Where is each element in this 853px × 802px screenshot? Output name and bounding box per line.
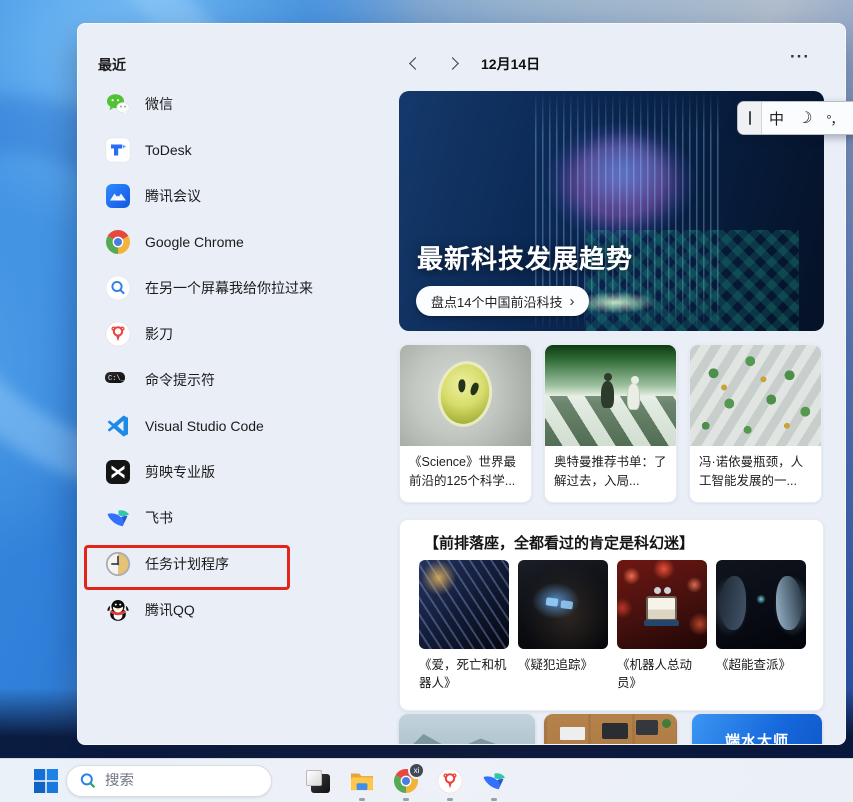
running-indicator: [447, 798, 453, 801]
app-item-qq[interactable]: 腾讯QQ: [78, 587, 399, 633]
app-label: 飞书: [145, 510, 173, 526]
ime-punctuation-toggle[interactable]: °，: [819, 109, 849, 128]
news-card-von-neumann[interactable]: 冯·诺依曼瓶颈，人工智能发展的一...: [689, 344, 822, 503]
news-image-chess: [545, 345, 676, 446]
hero-button-label: 盘点14个中国前沿科技: [431, 294, 563, 310]
news-card-books[interactable]: 奥特曼推荐书单：了解过去，入局...: [544, 344, 677, 503]
search-home-panel: 最近 微信 ToDesk 腾讯会议 Google Chrome 在另一个屏幕我给…: [77, 23, 846, 745]
app-item-search-result[interactable]: 在另一个屏幕我给你拉过来: [78, 265, 399, 311]
feishu-icon: [105, 505, 131, 531]
yingdao-icon: [437, 768, 463, 794]
app-item-todesk[interactable]: ToDesk: [78, 127, 399, 173]
movie-caption: 《爱，死亡和机器人》: [419, 658, 507, 691]
movie-thumb-love-death-robots[interactable]: [419, 560, 509, 649]
app-item-jianying[interactable]: 剪映专业版: [78, 449, 399, 495]
movies-section-title: 【前排落座，全都看过的肯定是科幻迷】: [424, 535, 695, 552]
more-options-icon[interactable]: ···: [790, 47, 810, 67]
bottom-card-desk[interactable]: [544, 714, 677, 744]
qq-icon: [105, 597, 131, 623]
movie-thumb-chappie[interactable]: [716, 560, 806, 649]
news-caption: 奥特曼推荐书单：了解过去，入局...: [554, 455, 667, 488]
app-label: 腾讯QQ: [145, 602, 195, 618]
app-label: Google Chrome: [145, 234, 244, 250]
recent-section-title: 最近: [98, 57, 126, 73]
app-label: 微信: [145, 96, 173, 112]
app-item-feishu[interactable]: 飞书: [78, 495, 399, 541]
movie-caption: 《机器人总动员》: [617, 658, 693, 691]
movie-thumb-walle[interactable]: [617, 560, 707, 649]
feishu-icon: [483, 773, 505, 790]
bottom-card-blue[interactable]: 端水大师: [692, 714, 822, 745]
movie-item[interactable]: 《机器人总动员》: [617, 560, 707, 692]
ime-toolbar: 中 ☽ °，: [737, 101, 853, 135]
search-icon: [105, 275, 131, 301]
app-item-chrome[interactable]: Google Chrome: [78, 219, 399, 265]
tencent-meeting-icon: [105, 183, 131, 209]
app-label: 剪映专业版: [145, 464, 215, 480]
news-card-science[interactable]: 《Science》世界最前沿的125个科学...: [399, 344, 532, 503]
movie-item[interactable]: 《爱，死亡和机器人》: [419, 560, 509, 692]
todesk-icon: [105, 137, 131, 163]
app-label: Visual Studio Code: [145, 418, 264, 434]
vscode-icon: [105, 413, 131, 439]
app-item-yingdao[interactable]: 影刀: [78, 311, 399, 357]
jianying-icon: [105, 459, 131, 485]
ime-language-toggle[interactable]: 中: [762, 108, 791, 129]
app-label: 在另一个屏幕我给你拉过来: [145, 280, 313, 296]
nav-forward-icon[interactable]: [443, 56, 469, 72]
ime-halfwidth-moon-icon[interactable]: ☽: [789, 105, 821, 130]
app-item-wechat[interactable]: 微信: [78, 81, 399, 127]
news-image-circuit-trees: [690, 345, 821, 446]
app-label: 影刀: [145, 326, 173, 342]
taskbar: xi: [0, 758, 853, 802]
bottom-card-label: 端水大师: [724, 733, 789, 745]
app-item-tencent-meeting[interactable]: 腾讯会议: [78, 173, 399, 219]
running-indicator: [359, 798, 365, 801]
cmd-glyph: C:\_: [105, 372, 125, 383]
annotation-red-box: [84, 545, 290, 590]
running-indicator: [491, 798, 497, 801]
taskbar-icon-yingdao[interactable]: [436, 767, 464, 801]
chevron-right-icon: ›: [569, 292, 575, 310]
movie-caption: 《超能查派》: [716, 658, 792, 672]
news-caption: 《Science》世界最前沿的125个科学...: [409, 455, 516, 488]
movie-item[interactable]: 《疑犯追踪》: [518, 560, 608, 674]
news-card-row: 《Science》世界最前沿的125个科学... 奥特曼推荐书单：了解过去，入局…: [399, 344, 822, 503]
taskbar-icon-file-explorer[interactable]: [348, 767, 376, 801]
taskbar-search-box[interactable]: [66, 765, 272, 797]
running-indicator: [403, 798, 409, 801]
movie-caption: 《疑犯追踪》: [518, 658, 594, 672]
ime-cursor-icon[interactable]: [738, 102, 762, 134]
bottom-card-landscape[interactable]: [399, 714, 535, 744]
taskbar-icon-chrome[interactable]: xi: [392, 762, 425, 801]
app-item-cmd[interactable]: C:\_ 命令提示符: [78, 357, 399, 403]
app-label: ToDesk: [145, 142, 192, 158]
feed-date: 12月14日: [481, 56, 541, 72]
news-image-olive: [400, 345, 531, 446]
taskbar-icon-snip-tool[interactable]: [304, 767, 332, 795]
nav-back-icon[interactable]: [403, 56, 429, 72]
movie-thumb-person-of-interest[interactable]: [518, 560, 608, 649]
movies-section-card: 【前排落座，全都看过的肯定是科幻迷】 《爱，死亡和机器人》 《疑犯追踪》 《机器…: [399, 519, 824, 711]
app-label: 腾讯会议: [145, 188, 201, 204]
recent-apps-column: 最近 微信 ToDesk 腾讯会议 Google Chrome 在另一个屏幕我给…: [78, 24, 399, 744]
command-prompt-icon: C:\_: [105, 367, 131, 393]
chrome-icon: [105, 229, 131, 255]
news-caption: 冯·诺依曼瓶颈，人工智能发展的一...: [699, 455, 804, 488]
wechat-icon: [105, 91, 131, 117]
taskbar-icon-feishu[interactable]: [480, 767, 508, 801]
hero-title: 最新科技发展趋势: [417, 244, 634, 274]
ime-mode-badge: xi: [408, 762, 425, 779]
folder-icon: [351, 773, 373, 791]
hero-button[interactable]: 盘点14个中国前沿科技 ›: [416, 286, 590, 316]
movie-item[interactable]: 《超能查派》: [716, 560, 806, 674]
app-label: 命令提示符: [145, 372, 215, 388]
start-button[interactable]: [33, 768, 59, 794]
search-icon: [80, 773, 95, 788]
search-input[interactable]: [105, 773, 255, 789]
app-item-vscode[interactable]: Visual Studio Code: [78, 403, 399, 449]
yingdao-icon: [105, 321, 131, 347]
window-stack-icon: [306, 769, 330, 793]
feed-nav-bar: 12月14日 ···: [399, 47, 824, 77]
